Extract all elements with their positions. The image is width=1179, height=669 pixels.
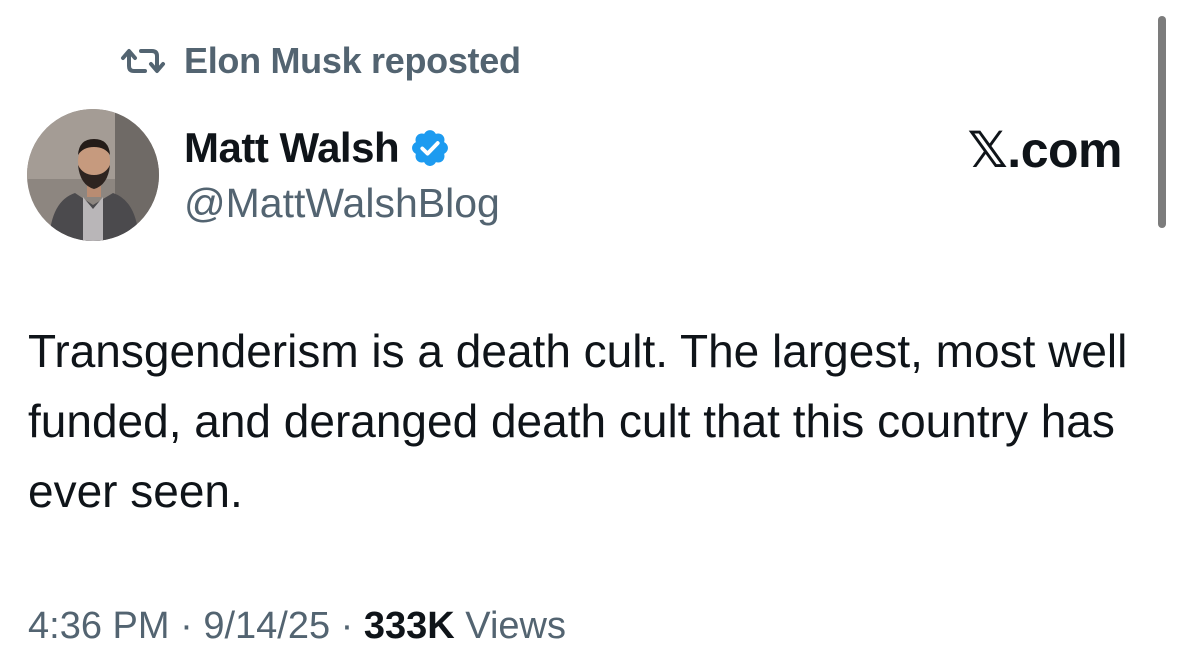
repost-icon [118, 44, 168, 78]
repost-header[interactable]: Elon Musk reposted [118, 36, 521, 86]
meta-separator: · [330, 605, 364, 647]
tweet-meta: 4:36 PM · 9/14/25 · 333K Views [28, 600, 566, 652]
scrollbar[interactable] [1158, 16, 1166, 228]
verified-badge-icon [409, 127, 451, 169]
author-display-name[interactable]: Matt Walsh [184, 122, 400, 174]
views-count: 333K [363, 605, 455, 647]
avatar[interactable] [27, 109, 159, 241]
tweet-text: Transgenderism is a death cult. The larg… [28, 325, 1128, 517]
repost-label: Elon Musk reposted [184, 40, 521, 81]
author-name-row[interactable]: Matt Walsh [184, 122, 451, 174]
views-label: Views [454, 605, 566, 647]
tweet-date[interactable]: 9/14/25 [203, 605, 330, 647]
author-handle[interactable]: @MattWalshBlog [184, 177, 500, 229]
meta-separator: · [169, 605, 204, 647]
x-com-brand: 𝕏.com [967, 122, 1123, 178]
tweet-time[interactable]: 4:36 PM [28, 605, 170, 647]
